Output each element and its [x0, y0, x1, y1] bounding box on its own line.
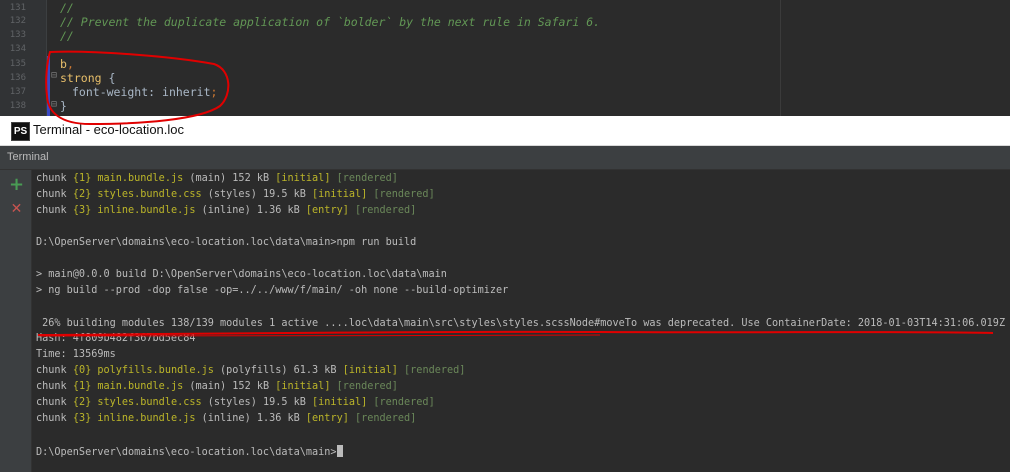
line-number: 135: [9, 59, 26, 69]
code-line: b,: [60, 57, 74, 71]
line-number: 136: [9, 73, 26, 83]
css-value: inherit: [162, 85, 211, 99]
line-number: 138: [9, 101, 26, 111]
code-line: //: [60, 29, 74, 43]
css-property: font-weight: [72, 85, 149, 99]
terminal-line: chunk {1} main.bundle.js (main) 152 kB […: [36, 381, 398, 392]
terminal-line: Time: 13569ms: [36, 349, 116, 360]
terminal-prompt-line[interactable]: D:\OpenServer\domains\eco-location.loc\d…: [36, 445, 343, 458]
fold-marker-icon[interactable]: ⊟: [51, 70, 57, 81]
terminal-line: Hash: 4f809b482f367bd5ec84: [36, 333, 196, 344]
terminal-line: D:\OpenServer\domains\eco-location.loc\d…: [36, 237, 417, 248]
terminal-line: chunk {1} main.bundle.js (main) 152 kB […: [36, 173, 398, 184]
terminal-line: 26% building modules 138/139 modules 1 a…: [36, 318, 1006, 329]
css-semicolon: ;: [210, 85, 218, 99]
terminal-line: chunk {2} styles.bundle.css (styles) 19.…: [36, 189, 435, 200]
line-number: 131: [9, 3, 26, 13]
terminal-line: chunk {3} inline.bundle.js (inline) 1.36…: [36, 205, 417, 216]
css-punct: ,: [66, 57, 74, 71]
code-line: //: [60, 1, 74, 15]
line-number: 132: [9, 16, 26, 26]
text-cursor: [336, 445, 343, 457]
terminal-panel-label: Terminal: [7, 151, 49, 163]
line-number: 137: [9, 87, 26, 97]
terminal-line: > main@0.0.0 build D:\OpenServer\domains…: [36, 269, 447, 280]
terminal-output[interactable]: chunk {1} main.bundle.js (main) 152 kB […: [32, 170, 1010, 472]
css-colon: :: [148, 85, 163, 99]
code-line: strong {: [60, 71, 115, 85]
terminal-prompt: D:\OpenServer\domains\eco-location.loc\d…: [36, 447, 337, 458]
terminal-line: chunk {3} inline.bundle.js (inline) 1.36…: [36, 413, 417, 424]
terminal-panel-header[interactable]: Terminal: [0, 146, 1010, 170]
line-number-gutter: 131 132 133 134 135 136 137 138: [0, 0, 47, 116]
code-line: }: [60, 99, 67, 113]
terminal-line: chunk {0} polyfills.bundle.js (polyfills…: [36, 365, 466, 376]
line-number: 134: [9, 44, 26, 54]
new-session-plus-icon[interactable]: +: [8, 176, 25, 194]
terminal-line: > ng build --prod -dop false -op=../../w…: [36, 285, 509, 296]
close-session-icon[interactable]: ✕: [8, 201, 25, 218]
vcs-change-marker: [47, 56, 50, 116]
code-editor[interactable]: 131 132 133 134 135 136 137 138 ⊟ ⊟ // /…: [0, 0, 1010, 116]
right-margin-guide: [780, 0, 781, 116]
css-selector: b: [60, 57, 67, 71]
line-number: 133: [9, 30, 26, 40]
code-line: // Prevent the duplicate application of …: [60, 15, 601, 29]
phpstorm-logo-icon: PS: [11, 122, 30, 141]
terminal-toolbar: + ✕: [0, 170, 32, 472]
window-title: Terminal - eco-location.loc: [33, 122, 185, 137]
terminal-line: chunk {2} styles.bundle.css (styles) 19.…: [36, 397, 435, 408]
code-line: font-weight: inherit;: [72, 85, 217, 99]
terminal-window-titlebar[interactable]: PS Terminal - eco-location.loc: [0, 116, 1010, 146]
css-brace: {: [101, 71, 116, 85]
fold-end-icon[interactable]: ⊟: [51, 99, 57, 110]
css-selector: strong: [60, 71, 102, 85]
